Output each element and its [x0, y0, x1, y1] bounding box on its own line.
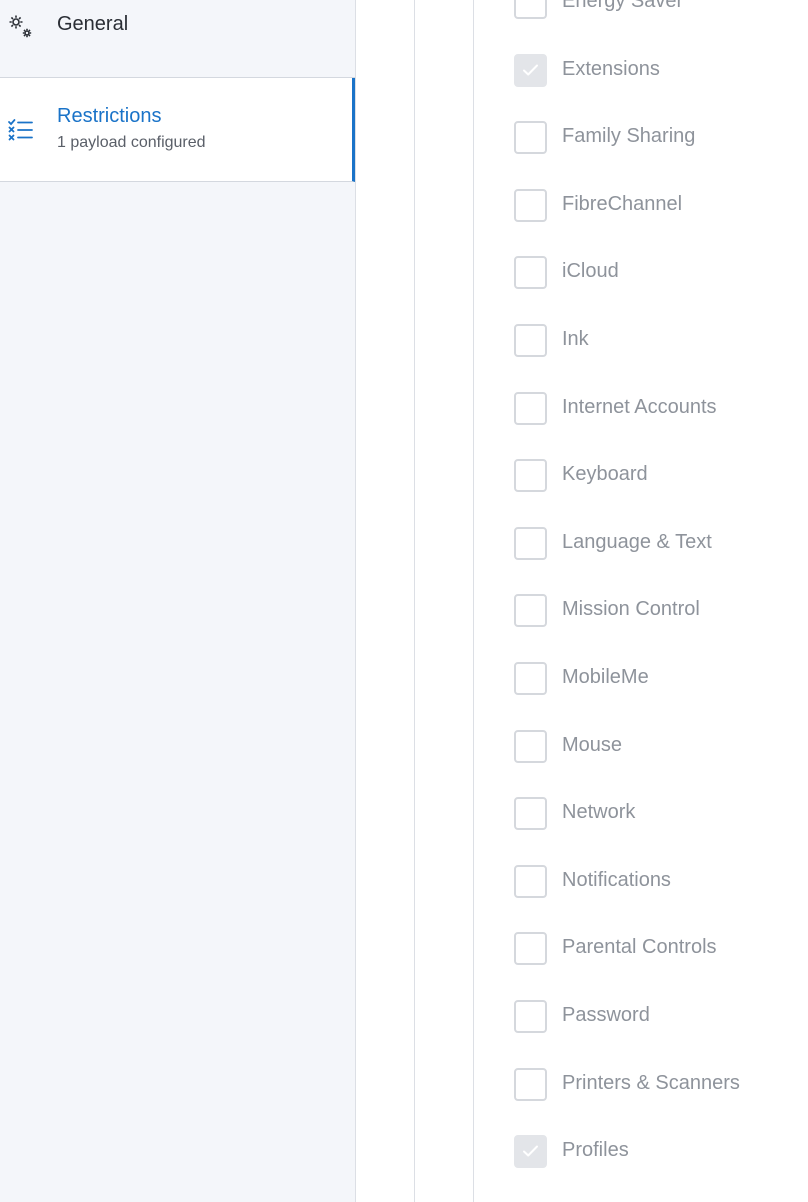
divider-column	[356, 0, 415, 1202]
restriction-row[interactable]: Mission Control	[474, 592, 808, 632]
restriction-row[interactable]: Printers & Scanners	[474, 1066, 808, 1106]
restriction-label: Energy Saver	[562, 0, 684, 12]
restriction-checkbox[interactable]	[514, 662, 547, 695]
restriction-checkbox[interactable]	[514, 121, 547, 155]
restriction-checkbox[interactable]	[514, 256, 547, 290]
restriction-row[interactable]: MobileMe	[474, 660, 808, 700]
restriction-label: Password	[562, 1004, 650, 1026]
restriction-label: MobileMe	[562, 666, 649, 688]
restriction-label: Network	[562, 801, 636, 824]
restriction-row[interactable]: Parental Controls	[474, 930, 808, 970]
restriction-row[interactable]: Mouse	[474, 728, 808, 768]
restriction-row[interactable]: Notifications	[474, 863, 808, 903]
restriction-checkbox[interactable]	[514, 0, 547, 19]
checklist-icon	[6, 115, 36, 145]
restriction-label: Keyboard	[562, 463, 648, 486]
restriction-row[interactable]: Network	[474, 795, 808, 835]
restriction-row[interactable]: Password	[474, 998, 808, 1038]
restriction-label: iCloud	[562, 260, 619, 283]
sidebar-item-restrictions-sublabel: 1 payload configured	[57, 134, 206, 151]
restriction-row[interactable]: Keyboard	[474, 457, 808, 497]
restriction-checkbox[interactable]	[514, 188, 547, 222]
restriction-label: Language & Text	[562, 530, 712, 553]
restriction-checkbox[interactable]	[514, 391, 547, 425]
restriction-checkbox[interactable]	[514, 594, 547, 628]
restriction-row[interactable]: FibreChannel	[474, 187, 808, 227]
restriction-label: Extensions	[562, 57, 660, 80]
restriction-label: Notifications	[562, 868, 671, 891]
sidebar-item-general[interactable]: General	[0, 0, 355, 78]
sidebar-item-general-label: General	[57, 13, 129, 35]
restriction-checkbox[interactable]	[514, 53, 547, 87]
checkmark-icon	[523, 64, 538, 76]
restriction-row[interactable]: Energy Saver	[474, 0, 808, 24]
sidebar-item-restrictions[interactable]: Restrictions 1 payload configured	[0, 78, 355, 182]
restriction-label: Family Sharing	[562, 125, 696, 148]
restriction-checkbox[interactable]	[514, 797, 547, 831]
restriction-checkbox[interactable]	[514, 1135, 547, 1169]
restriction-row[interactable]: Extensions	[474, 52, 808, 92]
restriction-label: Parental Controls	[562, 936, 717, 959]
restriction-label: Printers & Scanners	[562, 1071, 740, 1094]
restriction-row[interactable]: Profiles	[474, 1133, 808, 1173]
profile-editor: General Restrictions 1 payload configure…	[0, 0, 808, 1202]
restriction-label: Profiles	[562, 1139, 629, 1162]
restriction-row[interactable]: Ink	[474, 322, 808, 362]
restriction-checkbox[interactable]	[514, 526, 547, 560]
restriction-row[interactable]: Language & Text	[474, 525, 808, 565]
restrictions-checkbox-list: Energy Saver Extensions Family Sharing Fibr…	[474, 0, 808, 1202]
restriction-checkbox[interactable]	[514, 864, 547, 898]
payload-sidebar: General Restrictions 1 payload configure…	[0, 0, 356, 1202]
restriction-checkbox[interactable]	[514, 932, 547, 966]
restriction-row[interactable]: Internet Accounts	[474, 390, 808, 430]
indent-column	[415, 0, 474, 1202]
restriction-checkbox[interactable]	[514, 324, 547, 357]
sidebar-item-restrictions-label: Restrictions	[57, 105, 162, 127]
restriction-checkbox[interactable]	[514, 729, 547, 763]
restriction-label: Ink	[562, 328, 589, 350]
gears-icon	[6, 12, 36, 42]
restriction-label: Mouse	[562, 733, 623, 756]
restriction-checkbox[interactable]	[514, 1067, 547, 1101]
restriction-label: FibreChannel	[562, 192, 683, 215]
restriction-row[interactable]: iCloud	[474, 254, 808, 294]
restriction-label: Internet Accounts	[562, 395, 717, 418]
restriction-checkbox[interactable]	[514, 1000, 547, 1033]
restriction-row[interactable]: Family Sharing	[474, 119, 808, 159]
checkmark-icon	[523, 1145, 538, 1157]
restriction-checkbox[interactable]	[514, 459, 547, 493]
restriction-label: Mission Control	[562, 598, 700, 621]
